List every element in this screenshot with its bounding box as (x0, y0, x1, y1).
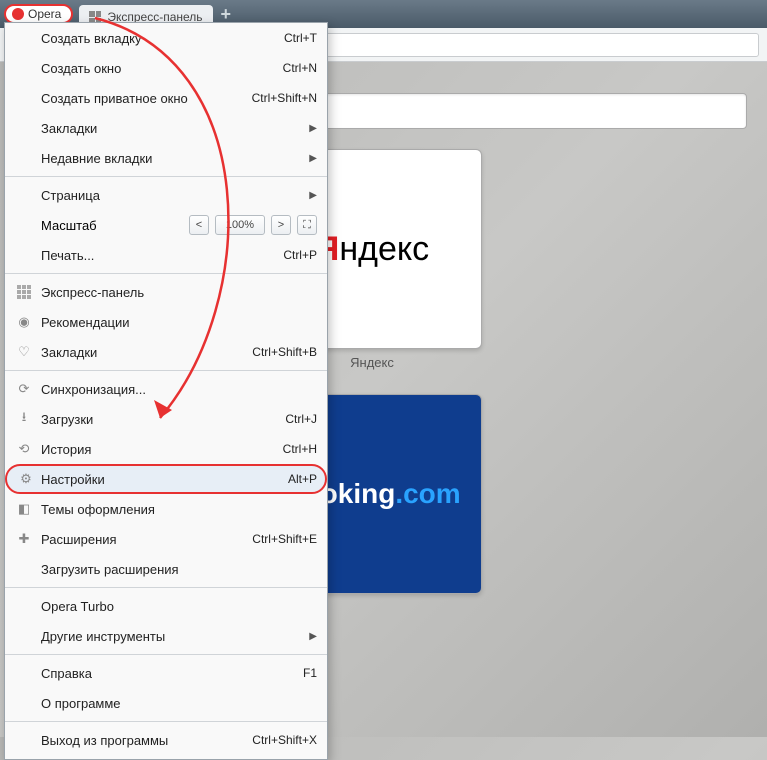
menu-separator (5, 587, 327, 588)
gear-icon: ⚙ (17, 470, 35, 488)
menu-new-tab[interactable]: Создать вкладку Ctrl+T (5, 23, 327, 53)
menu-separator (5, 370, 327, 371)
menu-page[interactable]: Страница ▶ (5, 180, 327, 210)
menu-bookmarks[interactable]: Закладки ▶ (5, 113, 327, 143)
menu-new-private-window[interactable]: Создать приватное окно Ctrl+Shift+N (5, 83, 327, 113)
menu-other-tools[interactable]: Другие инструменты ▶ (5, 621, 327, 651)
grid-icon (15, 283, 33, 301)
menu-separator (5, 721, 327, 722)
menu-settings[interactable]: ⚙ Настройки Alt+P (5, 464, 327, 494)
menu-speed-dial[interactable]: Экспресс-панель (5, 277, 327, 307)
menu-opera-turbo[interactable]: Opera Turbo (5, 591, 327, 621)
menu-help[interactable]: Справка F1 (5, 658, 327, 688)
opera-logo-icon (12, 8, 24, 20)
zoom-fullscreen-button[interactable]: ⛶ (297, 215, 317, 235)
menu-themes[interactable]: ◧ Темы оформления (5, 494, 327, 524)
menu-get-extensions[interactable]: Загрузить расширения (5, 554, 327, 584)
zoom-value: 100% (215, 215, 265, 235)
menu-exit[interactable]: Выход из программы Ctrl+Shift+X (5, 725, 327, 755)
history-icon: ⟲ (15, 440, 33, 458)
menu-recent-tabs[interactable]: Недавние вкладки ▶ (5, 143, 327, 173)
menu-separator (5, 176, 327, 177)
menu-separator (5, 654, 327, 655)
zoom-in-button[interactable]: > (271, 215, 291, 235)
opera-menu-button[interactable]: Opera (4, 4, 73, 24)
opera-button-label: Opera (28, 7, 61, 21)
eye-icon: ◉ (15, 313, 33, 331)
menu-recommendations[interactable]: ◉ Рекомендации (5, 307, 327, 337)
zoom-out-button[interactable]: < (189, 215, 209, 235)
menu-downloads[interactable]: ⭳ Загрузки Ctrl+J (5, 404, 327, 434)
heart-icon: ♡ (15, 343, 33, 361)
tile-label: Яндекс (350, 355, 394, 370)
menu-zoom: Масштаб < 100% > ⛶ (5, 210, 327, 240)
chevron-right-icon: ▶ (309, 123, 317, 134)
menu-bookmarks-page[interactable]: ♡ Закладки Ctrl+Shift+B (5, 337, 327, 367)
menu-about[interactable]: О программе (5, 688, 327, 718)
menu-print[interactable]: Печать... Ctrl+P (5, 240, 327, 270)
theme-icon: ◧ (15, 500, 33, 518)
menu-sync[interactable]: ⟳ Синхронизация... (5, 374, 327, 404)
download-icon: ⭳ (15, 410, 33, 428)
menu-new-window[interactable]: Создать окно Ctrl+N (5, 53, 327, 83)
menu-separator (5, 273, 327, 274)
menu-extensions[interactable]: ✚ Расширения Ctrl+Shift+E (5, 524, 327, 554)
chevron-right-icon: ▶ (309, 153, 317, 164)
chevron-right-icon: ▶ (309, 190, 317, 201)
chevron-right-icon: ▶ (309, 631, 317, 642)
puzzle-icon: ✚ (15, 530, 33, 548)
menu-history[interactable]: ⟲ История Ctrl+H (5, 434, 327, 464)
sync-icon: ⟳ (15, 380, 33, 398)
opera-main-menu: Создать вкладку Ctrl+T Создать окно Ctrl… (4, 22, 328, 760)
